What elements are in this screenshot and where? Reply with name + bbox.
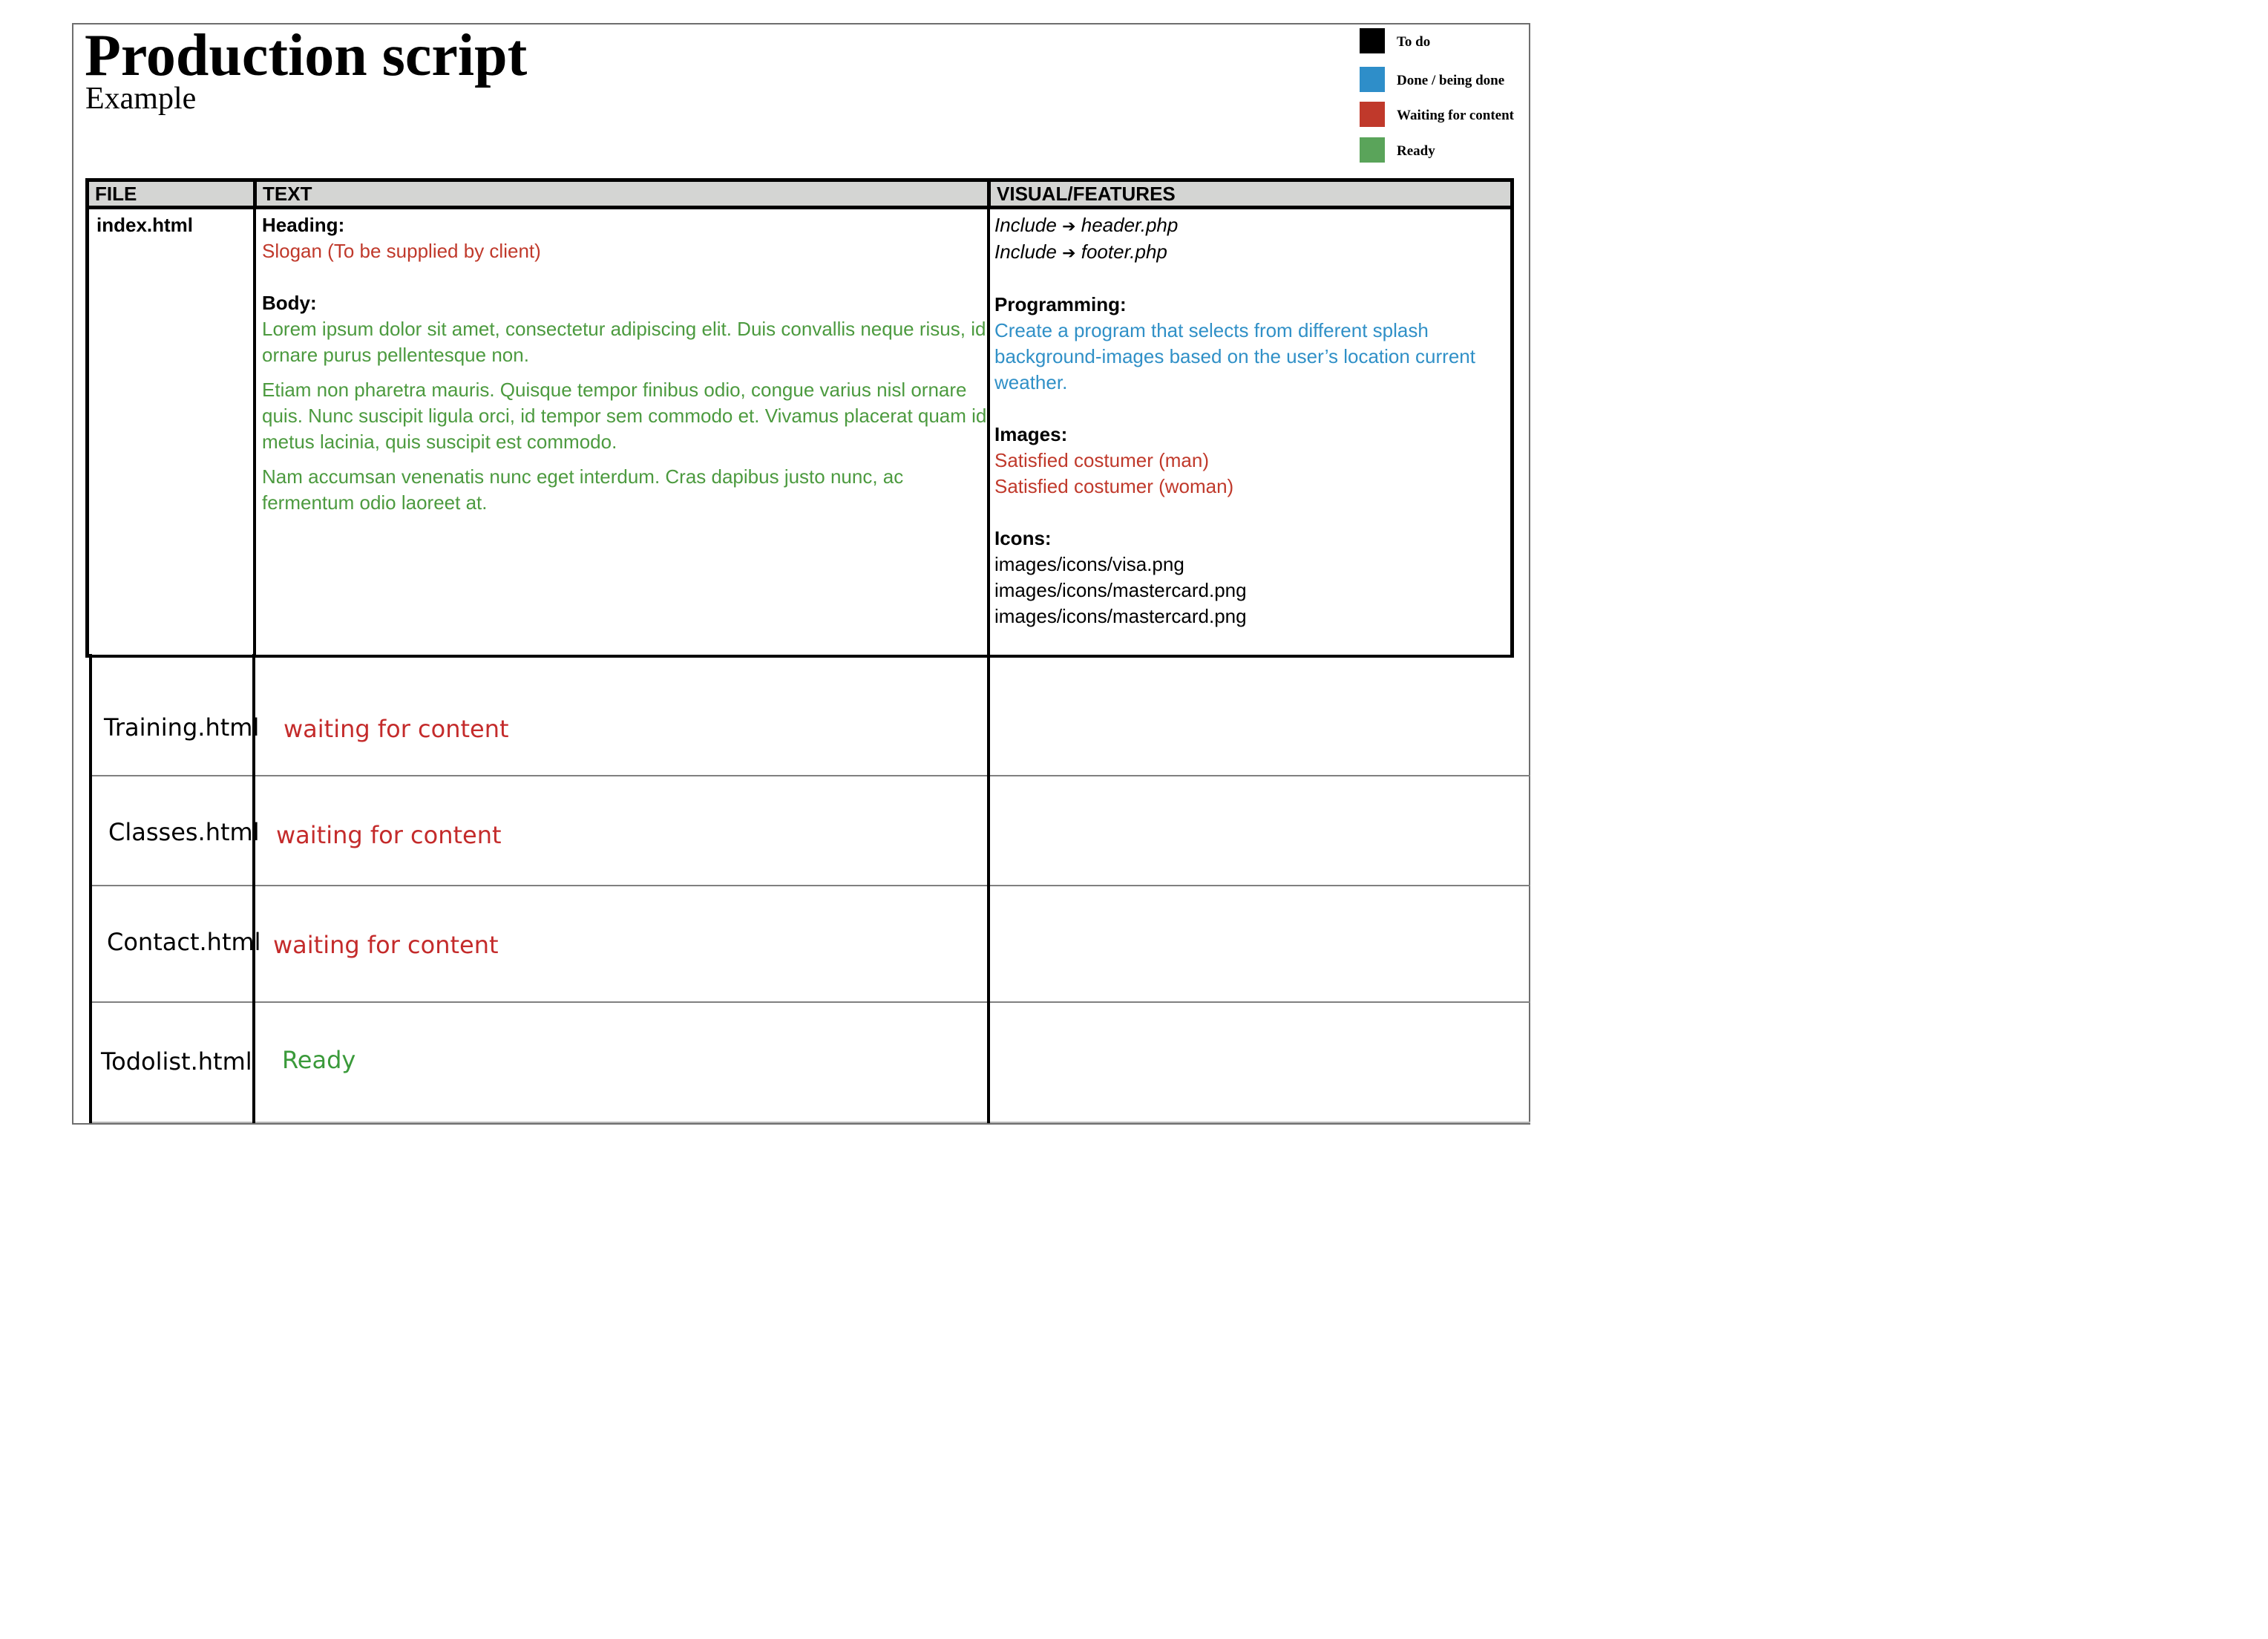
cell-text: Ready: [252, 1003, 990, 1123]
table-row: Training.html waiting for content: [89, 654, 1530, 776]
cell-text: waiting for content: [252, 776, 990, 886]
cell-file-index: index.html: [85, 209, 256, 658]
legend-swatch-todo: [1360, 28, 1385, 53]
status-text: waiting for content: [276, 821, 502, 849]
cell-visual-index: Include ➔ header.php Include ➔ footer.ph…: [987, 209, 1514, 658]
include-line: Include ➔ header.php: [994, 214, 1179, 236]
legend-swatch-done: [1360, 67, 1385, 92]
file-name: index.html: [96, 214, 194, 236]
status-text: waiting for content: [273, 931, 499, 959]
table-row: Todolist.html Ready: [89, 1003, 1530, 1123]
image-item: Satisfied costumer (woman): [994, 475, 1234, 497]
legend-label: To do: [1397, 34, 1431, 50]
header-file: FILE: [85, 178, 257, 209]
legend-label: Ready: [1397, 143, 1435, 159]
production-table: FILE TEXT VISUAL/FEATURES index.html Hea…: [85, 178, 1514, 658]
file-name: Todolist.html: [101, 1047, 252, 1076]
file-name: Contact.html: [107, 928, 261, 956]
heading-value: Slogan (To be supplied by client): [262, 240, 541, 262]
arrow-icon: ➔: [1062, 217, 1076, 235]
icons-label: Icons:: [994, 527, 1052, 549]
programming-text: Create a program that selects from diffe…: [994, 319, 1475, 393]
status-text: Ready: [282, 1046, 356, 1074]
body-label: Body:: [262, 292, 317, 314]
icon-path: images/icons/mastercard.png: [994, 605, 1247, 627]
legend-label: Done / being done: [1397, 73, 1505, 88]
body-paragraph: Nam accumsan venenatis nunc eget interdu…: [262, 465, 904, 514]
cell-file: Classes.html: [89, 776, 260, 886]
images-label: Images:: [994, 423, 1068, 445]
cell-visual: [990, 776, 1530, 885]
include-line: Include ➔ footer.php: [994, 241, 1167, 263]
image-item: Satisfied costumer (man): [994, 449, 1209, 471]
cell-text: waiting for content: [252, 654, 990, 776]
icon-path: images/icons/mastercard.png: [994, 579, 1247, 601]
cell-file: Training.html: [89, 654, 259, 776]
cell-visual: [990, 654, 1530, 775]
body-paragraph: Lorem ipsum dolor sit amet, consectetur …: [262, 318, 986, 366]
status-text: waiting for content: [284, 715, 509, 743]
table-row: Contact.html waiting for content: [89, 886, 1530, 1003]
cell-file: Todolist.html: [89, 1003, 255, 1123]
heading-label: Heading:: [262, 214, 345, 236]
legend-swatch-ready: [1360, 137, 1385, 163]
programming-label: Programming:: [994, 293, 1127, 315]
cell-visual: [990, 886, 1530, 1001]
icon-path: images/icons/visa.png: [994, 553, 1184, 575]
file-name: Classes.html: [108, 818, 260, 846]
arrow-icon: ➔: [1062, 243, 1076, 262]
cell-file: Contact.html: [89, 886, 261, 1003]
legend-label: Waiting for content: [1397, 108, 1514, 123]
body-paragraph: Etiam non pharetra mauris. Quisque tempo…: [262, 379, 987, 453]
legend-swatch-waiting: [1360, 102, 1385, 127]
cell-visual: [990, 1003, 1530, 1122]
cell-text: waiting for content: [252, 886, 990, 1003]
table-row: Classes.html waiting for content: [89, 776, 1530, 886]
header-visual-features: VISUAL/FEATURES: [987, 178, 1514, 209]
page-title: Production script: [85, 23, 528, 88]
file-name: Training.html: [104, 713, 260, 742]
cell-text-index: Heading: Slogan (To be supplied by clien…: [253, 209, 990, 658]
header-text: TEXT: [253, 178, 991, 209]
page-subtitle: Example: [85, 82, 197, 116]
